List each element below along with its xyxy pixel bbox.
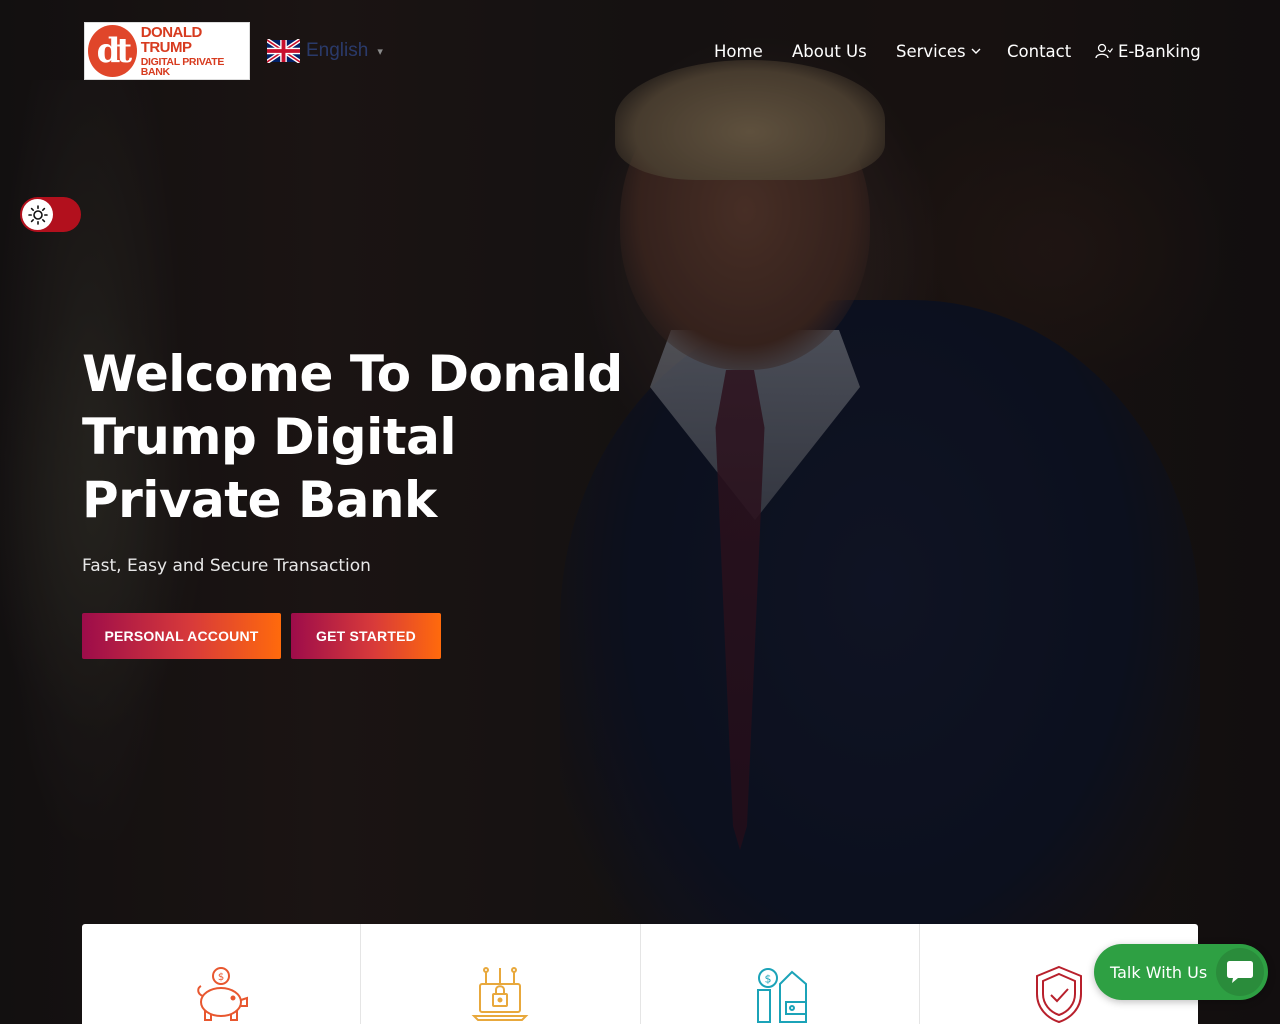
bank-logo[interactable]: dt DONALD TRUMP DIGITAL PRIVATE BANK [84,22,250,80]
feature-cards: $ $ [82,924,1198,1024]
shield-check-icon [1035,965,1082,1024]
nav-about-us-label: About Us [792,41,867,61]
hero-subtitle: Fast, Easy and Secure Transaction [82,556,371,576]
feature-card-wallet[interactable]: $ [641,924,920,1024]
language-selector[interactable]: English ▾ [267,38,383,64]
sun-icon [27,204,48,225]
chat-bubble-icon [1227,961,1253,983]
background-person-hair [615,60,885,180]
logo-line-1: DONALD TRUMP [140,23,203,56]
nav-contact[interactable]: Contact [1007,38,1071,64]
user-icon [1095,43,1113,59]
hero-title: Welcome To Donald Trump Digital Private … [82,345,623,529]
language-label: English [306,40,369,61]
nav-e-banking[interactable]: E-Banking [1095,38,1201,64]
uk-flag-icon [267,39,300,63]
get-started-button-label: GET STARTED [316,628,416,644]
svg-text:$: $ [218,972,224,983]
secure-laptop-icon [471,967,529,1021]
chevron-down-icon [971,48,981,54]
personal-account-button[interactable]: PERSONAL ACCOUNT [82,613,281,659]
background-person-shirt [650,330,860,520]
nav-home[interactable]: Home [714,38,763,64]
chat-bubble-icon-wrapper [1216,948,1264,996]
svg-text:$: $ [764,973,771,986]
nav-services[interactable]: Services [896,38,982,64]
piggy-bank-icon: $ [197,967,249,1021]
feature-card-savings[interactable]: $ [82,924,362,1024]
background-person-tie [715,370,765,850]
talk-with-us-button[interactable]: Talk With Us [1094,944,1268,1000]
theme-toggle[interactable] [20,197,81,232]
nav-e-banking-label: E-Banking [1118,41,1201,61]
background-person-face [620,80,870,370]
nav-about-us[interactable]: About Us [792,38,867,64]
main-nav: Home About Us Services Contact E-Banking [700,38,1201,64]
personal-account-button-label: PERSONAL ACCOUNT [104,628,259,644]
wallet-icon: $ [756,968,807,1023]
nav-home-label: Home [714,41,763,61]
nav-services-label: Services [896,41,966,61]
logo-text: DONALD TRUMP DIGITAL PRIVATE BANK [141,25,249,78]
feature-card-security[interactable] [361,924,641,1024]
logo-line-2: DIGITAL PRIVATE BANK [140,55,225,78]
toggle-knob [22,199,53,230]
nav-contact-label: Contact [1007,41,1072,61]
language-caret-icon: ▾ [377,44,383,58]
logo-mark: dt [88,25,137,77]
chat-label: Talk With Us [1110,962,1208,982]
get-started-button[interactable]: GET STARTED [291,613,441,659]
